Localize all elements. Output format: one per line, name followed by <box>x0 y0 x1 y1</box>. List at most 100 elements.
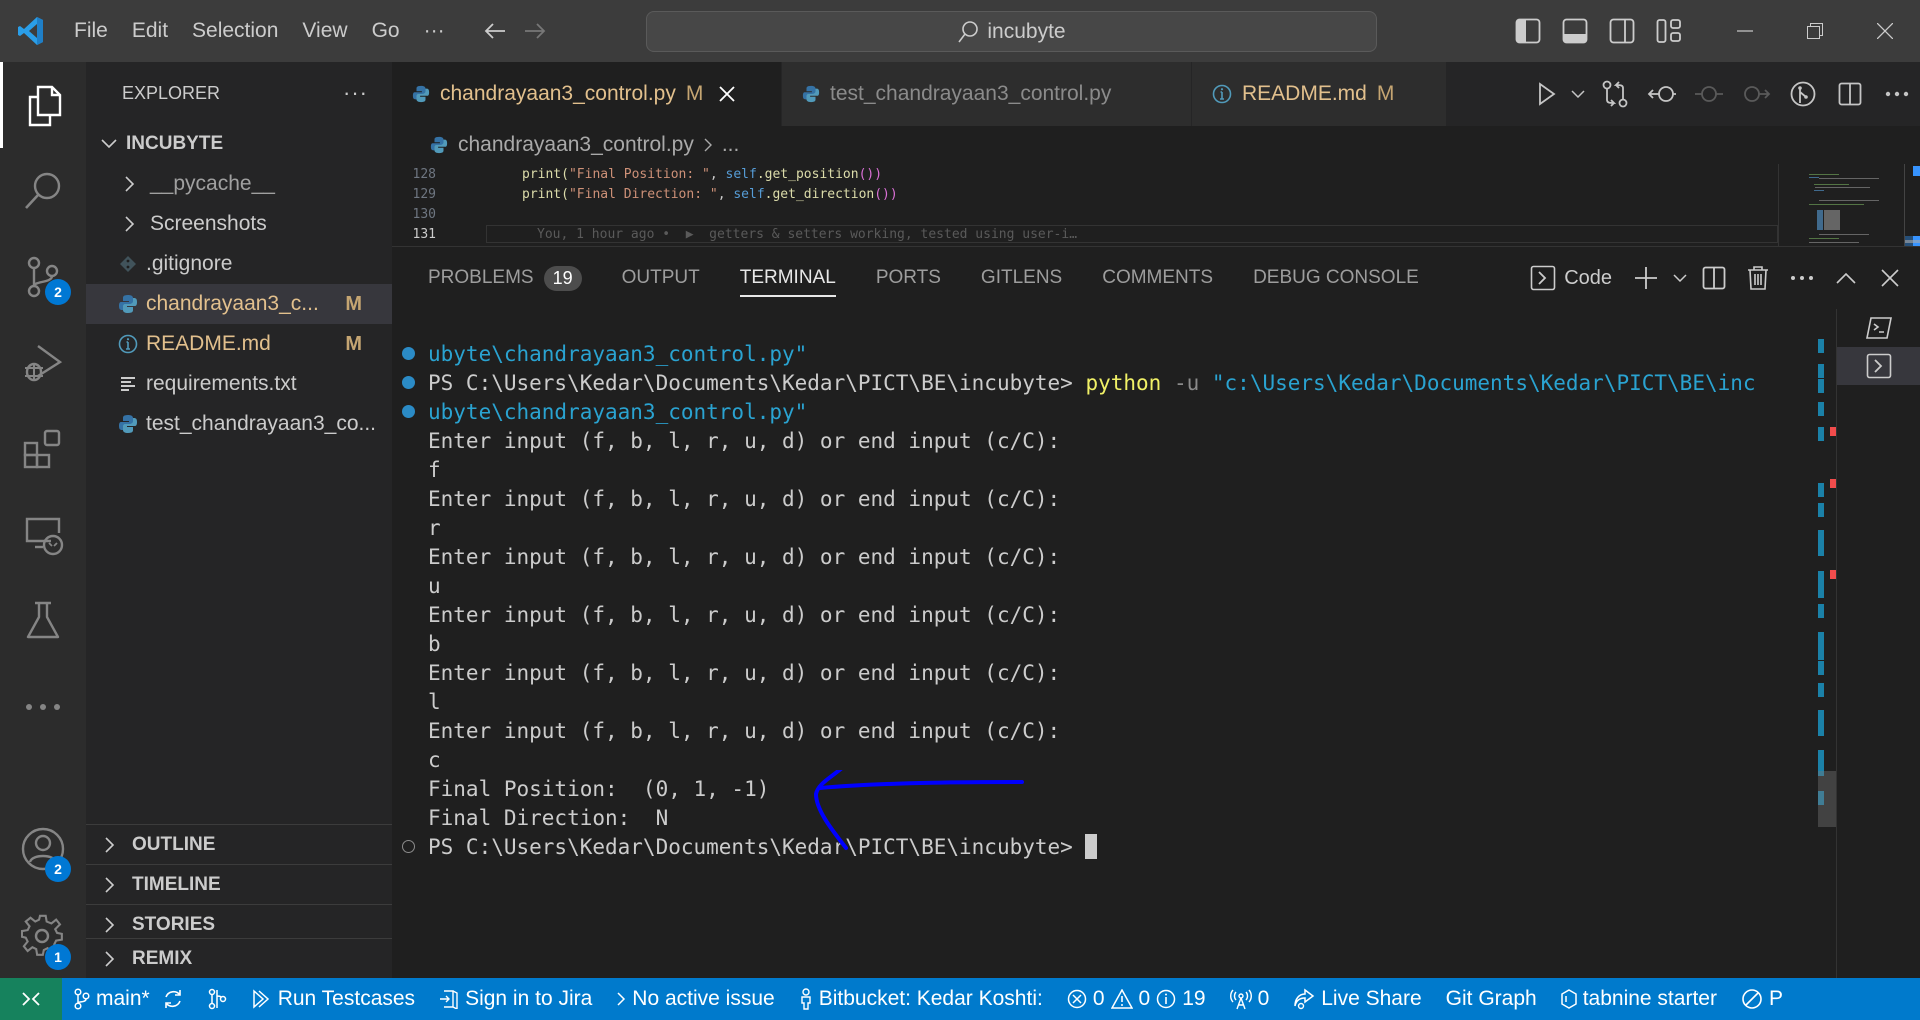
menu-file[interactable]: File <box>62 0 120 62</box>
terminal-list-code-icon[interactable] <box>1837 347 1920 385</box>
tab-gitlens[interactable]: GITLENS <box>961 247 1082 309</box>
previous-revision-icon[interactable] <box>1638 62 1685 126</box>
menu-selection[interactable]: Selection <box>180 0 290 62</box>
bitbucket-user[interactable]: Bitbucket: Kedar Koshti: <box>787 978 1055 1020</box>
command-decoration-pending-icon[interactable] <box>402 840 415 853</box>
open-changes-icon[interactable] <box>1591 62 1638 126</box>
next-revision-icon[interactable] <box>1732 62 1779 126</box>
sync-icon[interactable] <box>162 978 196 1020</box>
extensions-icon[interactable] <box>0 406 86 492</box>
close-window-icon[interactable] <box>1850 0 1920 62</box>
menu-edit[interactable]: Edit <box>120 0 180 62</box>
split-editor-icon[interactable] <box>1826 62 1873 126</box>
code-token: print( <box>522 186 569 202</box>
command-decoration-success-icon[interactable] <box>402 347 415 360</box>
run-testcases-button[interactable]: Run Testcases <box>240 978 427 1020</box>
panel-more-actions-icon[interactable] <box>1780 247 1824 309</box>
git-branch[interactable]: main* <box>62 978 162 1020</box>
tab-chandrayaan3-control[interactable]: chandrayaan3_control.py M <box>392 62 782 126</box>
explorer-more-actions[interactable]: ··· <box>343 80 368 106</box>
section-timeline[interactable]: TIMELINE <box>86 864 392 904</box>
terminal-output[interactable]: ubyte\chandrayaan3_control.py" PS C:\User… <box>392 309 1820 978</box>
back-arrow-icon[interactable] <box>475 21 515 41</box>
search-icon[interactable] <box>0 148 86 234</box>
tree-item-label: README.md <box>146 332 271 355</box>
close-tab-icon[interactable] <box>719 86 735 102</box>
maximize-panel-chevron-up-icon[interactable] <box>1824 247 1868 309</box>
tree-item-gitignore[interactable]: .gitignore <box>86 244 392 284</box>
remote-indicator-icon[interactable] <box>0 978 62 1020</box>
tab-test-chandrayaan3-control[interactable]: test_chandrayaan3_control.py <box>782 62 1192 126</box>
prohibited-icon <box>1741 988 1763 1010</box>
tree-item-chandrayaan3-control[interactable]: chandrayaan3_c... M <box>86 284 392 324</box>
toggle-primary-sidebar-icon[interactable] <box>1504 0 1551 62</box>
git-graph-button[interactable]: Git Graph <box>1434 978 1549 1020</box>
git-graph-compare-icon[interactable] <box>196 978 240 1020</box>
prettier-status[interactable]: P <box>1729 978 1795 1020</box>
menu-more[interactable]: ··· <box>412 0 457 62</box>
terminal-line: Enter input (f, b, l, r, u, d) or end in… <box>428 600 1820 629</box>
settings-gear-icon[interactable]: 1 <box>0 892 86 978</box>
testing-icon[interactable] <box>0 578 86 664</box>
tree-item-label: test_chandrayaan3_co... <box>146 412 376 435</box>
problems-summary[interactable]: 0 0 19 <box>1055 978 1218 1020</box>
run-dropdown-chevron-icon[interactable] <box>1565 62 1591 126</box>
explorer-icon[interactable] <box>0 62 86 148</box>
kill-terminal-trash-icon[interactable] <box>1736 247 1780 309</box>
forward-arrow-icon[interactable] <box>515 21 555 41</box>
split-terminal-icon[interactable] <box>1692 247 1736 309</box>
jira-sign-in[interactable]: Sign in to Jira <box>427 978 604 1020</box>
scrollbar-thumb[interactable] <box>1818 771 1836 827</box>
tree-item-readme[interactable]: README.md M <box>86 324 392 364</box>
command-decoration-success-icon[interactable] <box>402 376 415 389</box>
tree-item-pycache[interactable]: __pycache__ <box>86 164 392 204</box>
new-terminal-plus-icon[interactable] <box>1624 247 1668 309</box>
accounts-icon[interactable]: 2 <box>0 806 86 892</box>
command-center-search[interactable]: incubyte <box>646 11 1377 52</box>
git-blame-annotation[interactable]: You, 1 hour ago • ▶ getters & setters wo… <box>486 225 1778 243</box>
workspace-folder[interactable]: INCUBYTE <box>86 124 392 164</box>
section-remix[interactable]: REMIX <box>86 938 392 978</box>
toggle-panel-icon[interactable] <box>1551 0 1598 62</box>
menu-go[interactable]: Go <box>360 0 412 62</box>
tree-item-test-chandrayaan3-control[interactable]: test_chandrayaan3_co... <box>86 404 392 444</box>
tab-problems[interactable]: PROBLEMS 19 <box>428 247 602 309</box>
run-python-icon[interactable] <box>1529 62 1565 126</box>
terminal-scrollbar[interactable] <box>1818 309 1836 978</box>
terminal-list-python-icon[interactable] <box>1837 309 1920 347</box>
remote-explorer-icon[interactable] <box>0 492 86 578</box>
minimap[interactable] <box>1778 164 1920 246</box>
tab-comments[interactable]: COMMENTS <box>1082 247 1233 309</box>
forwarded-ports[interactable]: 0 <box>1218 978 1282 1020</box>
more-actions-icon[interactable] <box>1873 62 1920 126</box>
source-control-icon[interactable]: 2 <box>0 234 86 320</box>
terminal-instance-selector[interactable]: Code <box>1526 247 1624 309</box>
section-outline[interactable]: OUTLINE <box>86 824 392 864</box>
commit-icon[interactable] <box>1685 62 1732 126</box>
gitlens-inspect-icon[interactable] <box>1779 62 1826 126</box>
terminal-text: c <box>428 747 441 772</box>
breadcrumb-symbol[interactable]: ... <box>722 133 740 157</box>
tabnine-button[interactable]: tabnine starter <box>1549 978 1729 1020</box>
tab-terminal[interactable]: TERMINAL <box>720 247 856 309</box>
run-debug-icon[interactable] <box>0 320 86 406</box>
tab-debug-console[interactable]: DEBUG CONSOLE <box>1233 247 1439 309</box>
tab-readme[interactable]: README.md M <box>1192 62 1447 126</box>
terminal-dropdown-chevron-icon[interactable] <box>1668 247 1692 309</box>
minimize-icon[interactable] <box>1710 0 1780 62</box>
customize-layout-icon[interactable] <box>1645 0 1692 62</box>
tab-ports[interactable]: PORTS <box>856 247 961 309</box>
tab-output[interactable]: OUTPUT <box>602 247 720 309</box>
tree-item-screenshots[interactable]: Screenshots <box>86 204 392 244</box>
menu-view[interactable]: View <box>290 0 359 62</box>
tree-item-requirements[interactable]: requirements.txt <box>86 364 392 404</box>
close-panel-icon[interactable] <box>1868 247 1912 309</box>
command-decoration-success-icon[interactable] <box>402 405 415 418</box>
active-issue[interactable]: No active issue <box>604 978 786 1020</box>
breadcrumb-file[interactable]: chandrayaan3_control.py <box>458 133 694 157</box>
restore-icon[interactable] <box>1780 0 1850 62</box>
code-editor[interactable]: 128 print("Final Position: ", self.get_p… <box>392 164 1778 246</box>
more-views-icon[interactable] <box>0 664 86 750</box>
live-share-button[interactable]: Live Share <box>1281 978 1433 1020</box>
toggle-secondary-sidebar-icon[interactable] <box>1598 0 1645 62</box>
